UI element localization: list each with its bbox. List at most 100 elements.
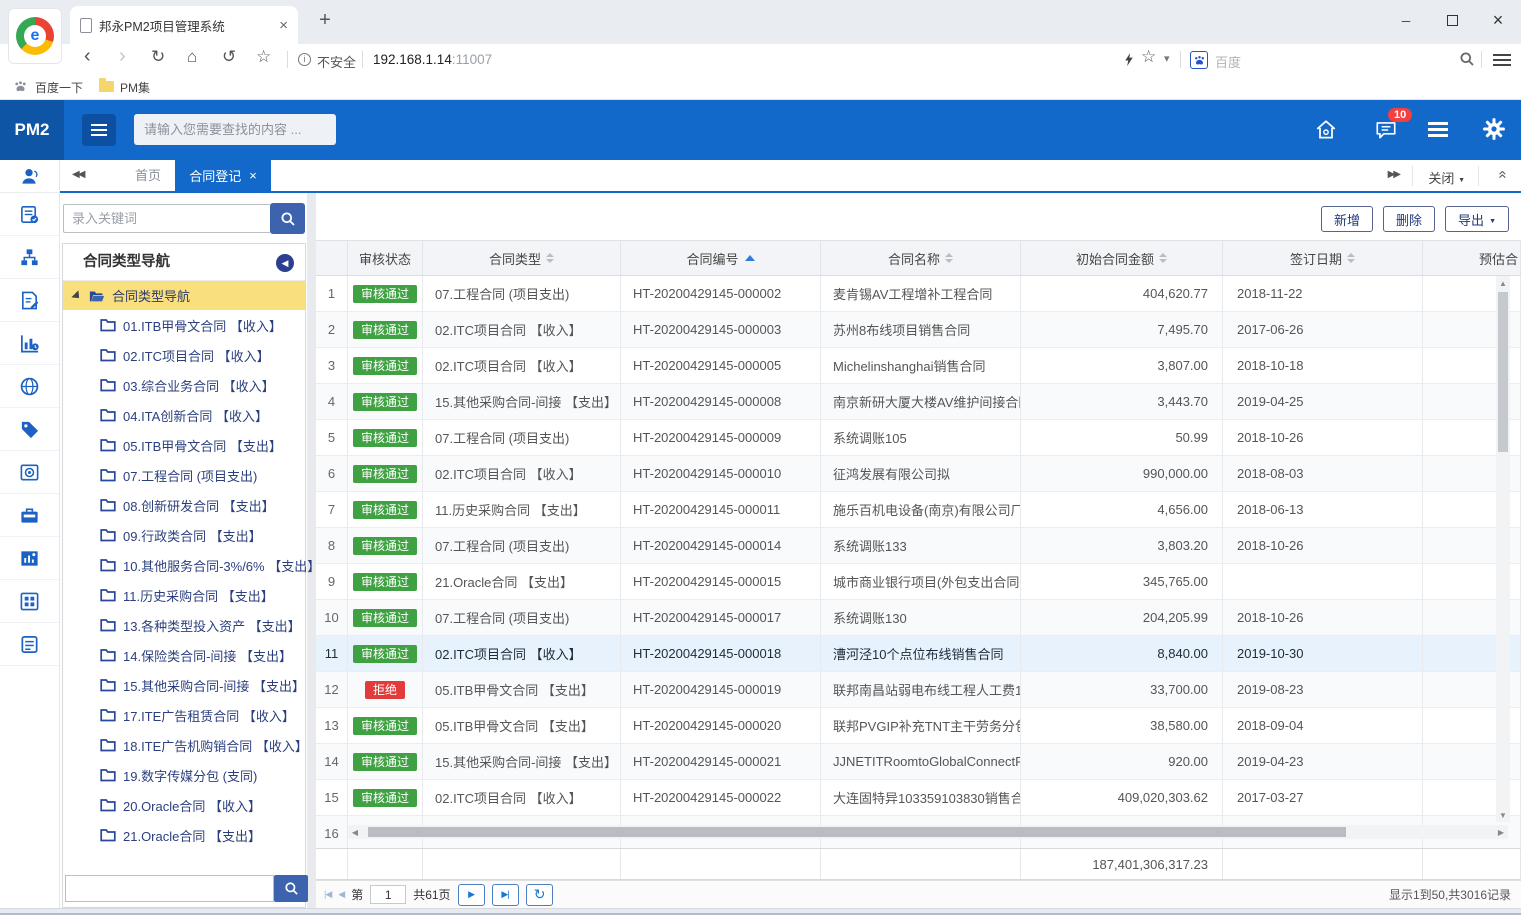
tab-home[interactable]: 首页 [112,160,184,191]
nav-toggle-button[interactable] [82,114,116,146]
header-amount[interactable]: 初始合同金额 [1021,241,1223,275]
tree-root-node[interactable]: 合同类型导航 [63,281,305,310]
prev-page-icon[interactable] [338,889,344,900]
back-icon[interactable] [84,45,91,68]
table-row[interactable]: 7审核通过11.历史采购合同 【支出】HT-20200429145-000011… [316,492,1521,528]
sidebar-bar-chart-icon[interactable] [0,322,59,365]
table-row[interactable]: 11审核通过02.ITC项目合同 【收入】HT-20200429145-0000… [316,636,1521,672]
header-estimate[interactable]: 预估合 [1423,241,1521,275]
browser-logo[interactable]: e [8,8,62,64]
next-page-button[interactable] [458,884,485,906]
tree-item[interactable]: 08.创新研发合同 【支出】 [63,490,305,520]
sidebar-server-icon[interactable] [0,623,59,666]
app-menu-icon[interactable] [1428,122,1448,125]
header-status[interactable]: 审核状态 [348,241,423,275]
sidebar-photo-grid-icon[interactable] [0,580,59,623]
last-page-button[interactable] [492,884,519,906]
forward-icon[interactable] [119,45,126,68]
tree-item[interactable]: 21.Oracle合同 【支出】 [63,820,305,850]
tree-item[interactable]: 07.工程合同 (项目支出) [63,460,305,490]
tree-item[interactable]: 02.ITC项目合同 【收入】 [63,340,305,370]
tab-close-icon[interactable] [279,17,288,34]
table-row[interactable]: 9审核通过21.Oracle合同 【支出】HT-20200429145-0000… [316,564,1521,600]
delete-button[interactable]: 删除 [1383,206,1435,232]
bookmark-baidu[interactable]: 百度一下 [35,79,83,96]
tree-item[interactable]: 17.ITE广告租赁合同 【收入】 [63,700,305,730]
scroll-tabs-right-icon[interactable] [1388,169,1399,180]
info-icon[interactable]: i [298,53,311,66]
first-page-icon[interactable] [324,889,331,900]
scrollbar-thumb[interactable] [1498,292,1508,452]
table-row[interactable]: 4审核通过15.其他采购合同-间接 【支出】HT-20200429145-000… [316,384,1521,420]
collapse-panel-icon[interactable] [276,254,294,272]
scroll-right-icon[interactable] [1494,825,1508,839]
url-text[interactable]: 192.168.1.14:11007 [373,52,492,67]
minimize-button[interactable] [1383,0,1429,40]
tree-item[interactable]: 05.ITB甲骨文合同 【支出】 [63,430,305,460]
tree-item[interactable]: 10.其他服务合同-3%/6% 【支出】 [63,550,305,580]
scrollbar-thumb[interactable] [368,827,1346,837]
table-row[interactable]: 15审核通过02.ITC项目合同 【收入】HT-20200429145-0000… [316,780,1521,816]
tree-item[interactable]: 01.ITB甲骨文合同 【收入】 [63,310,305,340]
add-button[interactable]: 新增 [1321,206,1373,232]
scroll-down-icon[interactable] [1496,808,1510,822]
sidebar-org-chart-icon[interactable] [0,236,59,279]
tree-item[interactable]: 11.历史采购合同 【支出】 [63,580,305,610]
bookmark-pm[interactable]: PM集 [120,79,150,96]
sidebar-user-icon[interactable] [0,160,59,193]
tree-item[interactable]: 18.ITE广告机购销合同 【收入】 [63,730,305,760]
baidu-search-field[interactable]: 百度 [1215,52,1241,71]
vertical-scrollbar[interactable] [1496,276,1510,822]
tree-item[interactable]: 09.行政类合同 【支出】 [63,520,305,550]
sidebar-tag-icon[interactable] [0,408,59,451]
table-row[interactable]: 3审核通过02.ITC项目合同 【收入】HT-20200429145-00000… [316,348,1521,384]
sidebar-photo-gear-icon[interactable] [0,451,59,494]
tree-item[interactable]: 15.其他采购合同-间接 【支出】 [63,670,305,700]
collapse-up-icon[interactable] [1499,166,1507,184]
table-row[interactable]: 12拒绝05.ITB甲骨文合同 【支出】HT-20200429145-00001… [316,672,1521,708]
scroll-up-icon[interactable] [1496,276,1510,290]
tab-contract-register[interactable]: 合同登记 [175,160,271,191]
tree-filter-button[interactable] [274,875,308,902]
header-name[interactable]: 合同名称 [821,241,1021,275]
app-logo[interactable]: PM2 [0,100,64,160]
header-type[interactable]: 合同类型 [423,241,621,275]
table-row[interactable]: 8审核通过07.工程合同 (项目支出)HT-20200429145-000014… [316,528,1521,564]
sidebar-doc-edit-icon[interactable] [0,279,59,322]
bookmark-star-icon[interactable] [1141,47,1156,67]
table-row[interactable]: 14审核通过15.其他采购合同-间接 【支出】HT-20200429145-00… [316,744,1521,780]
caret-expanded-icon[interactable] [71,290,82,301]
tree-item[interactable]: 04.ITA创新合同 【收入】 [63,400,305,430]
new-tab-button[interactable] [312,9,338,32]
table-row[interactable]: 2审核通过02.ITC项目合同 【收入】HT-20200429145-00000… [316,312,1521,348]
tree-item[interactable]: 13.各种类型投入资产 【支出】 [63,610,305,640]
table-row[interactable]: 13审核通过05.ITB甲骨文合同 【支出】HT-20200429145-000… [316,708,1521,744]
settings-gear-icon[interactable] [1482,117,1506,141]
browser-tab[interactable]: 邦永PM2项目管理系统 [70,6,298,44]
table-row[interactable]: 6审核通过02.ITC项目合同 【收入】HT-20200429145-00001… [316,456,1521,492]
sidebar-briefcase-icon[interactable] [0,494,59,537]
lightning-icon[interactable] [1124,52,1134,67]
close-button[interactable] [1475,0,1521,40]
table-row[interactable]: 10审核通过07.工程合同 (项目支出)HT-20200429145-00001… [316,600,1521,636]
tab-close-icon[interactable] [249,168,257,183]
tree-item[interactable]: 20.Oracle合同 【收入】 [63,790,305,820]
sidebar-image-chart-icon[interactable] [0,537,59,580]
scroll-left-icon[interactable] [348,825,362,839]
star-icon[interactable] [256,47,271,67]
refresh-icon[interactable] [151,47,165,67]
header-date[interactable]: 签订日期 [1223,241,1423,275]
horizontal-scrollbar[interactable] [348,825,1508,839]
sidebar-form-check-icon[interactable] [0,193,59,236]
header-code[interactable]: 合同编号 [621,241,821,275]
scroll-tabs-left-icon[interactable] [72,169,83,180]
search-icon[interactable] [1459,51,1475,67]
tree-item[interactable]: 03.综合业务合同 【收入】 [63,370,305,400]
tree-item[interactable]: 19.数字传媒分包 (支同) [63,760,305,790]
browser-menu-icon[interactable] [1493,54,1511,56]
table-row[interactable]: 5审核通过07.工程合同 (项目支出)HT-20200429145-000009… [316,420,1521,456]
refresh-button[interactable] [526,884,553,906]
home-icon[interactable] [187,47,197,67]
page-number-input[interactable] [370,885,406,904]
table-row[interactable]: 1审核通过07.工程合同 (项目支出)HT-20200429145-000002… [316,276,1521,312]
